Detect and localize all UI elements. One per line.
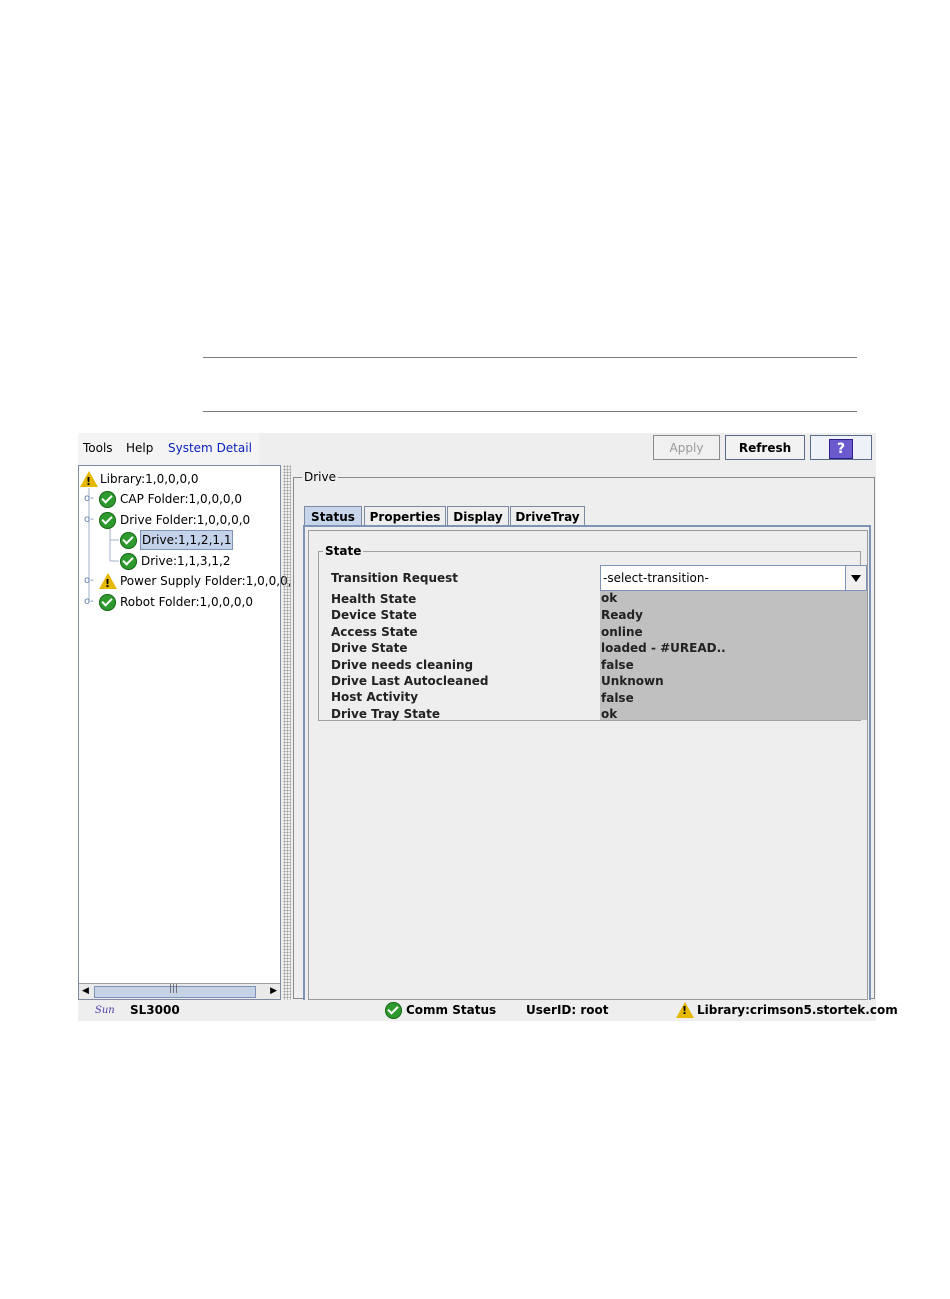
drive-group: Drive Status Properties Display DriveTra… <box>293 470 875 1003</box>
state-value: loaded - #UREAD.. <box>600 641 867 658</box>
drive-group-title: Drive <box>302 470 338 484</box>
user-id-label: UserID: root <box>526 1003 609 1017</box>
detail-panel: Drive Status Properties Display DriveTra… <box>291 465 876 1003</box>
tab-drivetray[interactable]: DriveTray <box>510 506 585 526</box>
ok-check-icon <box>99 594 116 611</box>
tree-item-label-selected: Drive:1,1,2,1,1 <box>140 530 234 550</box>
refresh-button[interactable]: Refresh <box>725 435 805 460</box>
expand-handle-icon[interactable]: o- <box>84 489 94 509</box>
state-value: false <box>600 691 867 707</box>
scroll-right-arrow-icon[interactable]: ▶ <box>270 986 277 996</box>
status-bar: Sun SL3000 Comm Status UserID: root ! Li… <box>78 1000 898 1021</box>
sun-logo: Sun <box>95 1005 115 1016</box>
tree-horizontal-scrollbar[interactable]: ◀ ||| ▶ <box>79 983 280 999</box>
device-tree: ! Library:1,0,0,0,0 o- CAP Folder:1,0,0,… <box>78 465 292 1000</box>
warning-mark: ! <box>105 577 111 590</box>
ok-check-icon <box>120 553 137 570</box>
menu-tools[interactable]: Tools <box>83 441 113 455</box>
tree-item-label: Drive Folder:1,0,0,0,0 <box>120 513 251 527</box>
state-group-title: State <box>323 544 364 558</box>
tree-item-label: Robot Folder:1,0,0,0,0 <box>120 595 253 609</box>
ok-check-icon <box>99 512 116 529</box>
state-value: false <box>600 658 867 674</box>
state-value: ok <box>600 591 867 608</box>
state-label: Access State <box>331 625 418 639</box>
state-label: Drive State <box>331 641 408 655</box>
menu-system-detail[interactable]: System Detail <box>168 441 252 455</box>
model-label: SL3000 <box>130 1003 180 1017</box>
warning-mark: ! <box>682 1004 688 1017</box>
tab-display[interactable]: Display <box>447 506 509 526</box>
expand-handle-icon[interactable]: o- <box>84 571 94 591</box>
tree-item-label: Library:1,0,0,0,0 <box>100 472 199 486</box>
top-rule-2 <box>203 411 857 412</box>
state-value: Unknown <box>600 674 867 691</box>
top-rule-1 <box>203 357 857 358</box>
state-label: Device State <box>331 608 417 622</box>
status-inner-panel: State Transition Request -select-transit… <box>308 530 868 1000</box>
state-label: Host Activity <box>331 690 419 704</box>
menubar: Tools Help System Detail Apply Refresh ? <box>78 433 876 465</box>
tab-properties[interactable]: Properties <box>364 506 446 526</box>
help-button[interactable]: ? <box>810 435 872 460</box>
menu-help[interactable]: Help <box>126 441 153 455</box>
ok-check-icon <box>99 491 116 508</box>
state-label: Drive Tray State <box>331 707 440 721</box>
state-label: Drive needs cleaning <box>331 658 474 672</box>
state-value: online <box>600 625 867 641</box>
tab-status[interactable]: Status <box>304 506 362 526</box>
transition-request-value: -select-transition- <box>603 571 709 585</box>
state-label: Drive Last Autocleaned <box>331 674 489 688</box>
tree-item-label: CAP Folder:1,0,0,0,0 <box>120 492 242 506</box>
status-tab-content: State Transition Request -select-transit… <box>303 525 871 1003</box>
state-value: Ready <box>600 608 867 625</box>
chevron-down-icon[interactable] <box>845 566 866 590</box>
scrollbar-grip: ||| <box>169 984 179 994</box>
transition-request-select[interactable]: -select-transition- <box>600 565 867 591</box>
tree-item-label: Drive:1,1,3,1,2 <box>141 554 231 568</box>
tree-item-label: Power Supply Folder:1,0,0,0, <box>120 574 292 588</box>
state-group: State Transition Request -select-transit… <box>318 544 867 721</box>
scroll-left-arrow-icon[interactable]: ◀ <box>82 986 89 996</box>
comm-status-ok-icon <box>385 1002 402 1019</box>
ok-check-icon <box>120 532 137 549</box>
expand-handle-icon[interactable]: o- <box>84 592 94 612</box>
comm-status-label: Comm Status <box>406 1003 497 1017</box>
collapse-handle-icon[interactable]: o- <box>84 510 94 530</box>
sl-console-window: Tools Help System Detail Apply Refresh ?… <box>78 433 898 1021</box>
pane-splitter[interactable] <box>283 465 291 1000</box>
state-value: ok <box>600 707 867 721</box>
transition-request-label: Transition Request <box>331 571 459 585</box>
menu-area: Tools Help System Detail <box>78 433 259 465</box>
help-icon: ? <box>829 439 853 459</box>
apply-button[interactable]: Apply <box>653 435 720 460</box>
library-status-label: Library:crimson5.stortek.com <box>697 1003 898 1017</box>
state-label: Health State <box>331 592 417 606</box>
scrollbar-thumb[interactable]: ||| <box>94 984 256 998</box>
